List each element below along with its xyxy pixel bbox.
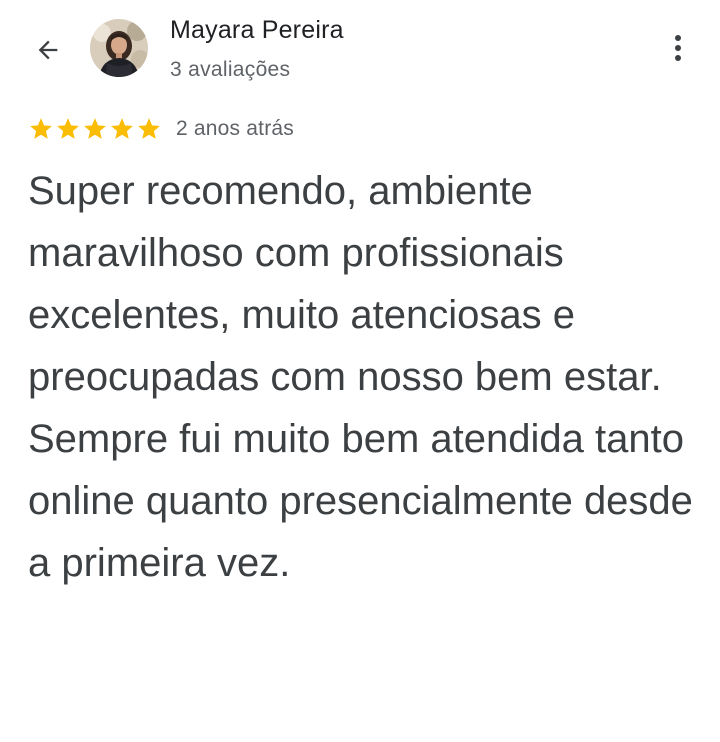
arrow-back-icon xyxy=(38,40,58,60)
review-date: 2 anos atrás xyxy=(176,117,294,140)
reviewer-photo xyxy=(90,19,148,77)
review-text: Super recomendo, ambiente maravilhoso co… xyxy=(28,160,698,594)
star-icon xyxy=(111,118,133,139)
more-options-button[interactable] xyxy=(666,28,690,68)
reviewer-name[interactable]: Mayara Pereira xyxy=(170,16,344,45)
review-paragraph: Sempre fui muito bem atendida tanto onli… xyxy=(28,417,693,585)
review-paragraph: Super recomendo, ambiente maravilhoso co… xyxy=(28,169,662,399)
star-icon xyxy=(30,118,52,139)
rating-row: 2 anos atrás xyxy=(28,115,294,143)
star-icon xyxy=(138,118,160,139)
star-icon xyxy=(57,118,79,139)
back-button[interactable] xyxy=(28,30,68,70)
avatar[interactable] xyxy=(90,19,148,77)
more-vert-icon xyxy=(675,35,681,61)
star-icon xyxy=(84,118,106,139)
star-rating xyxy=(28,116,162,142)
review-count[interactable]: 3 avaliações xyxy=(170,58,290,82)
